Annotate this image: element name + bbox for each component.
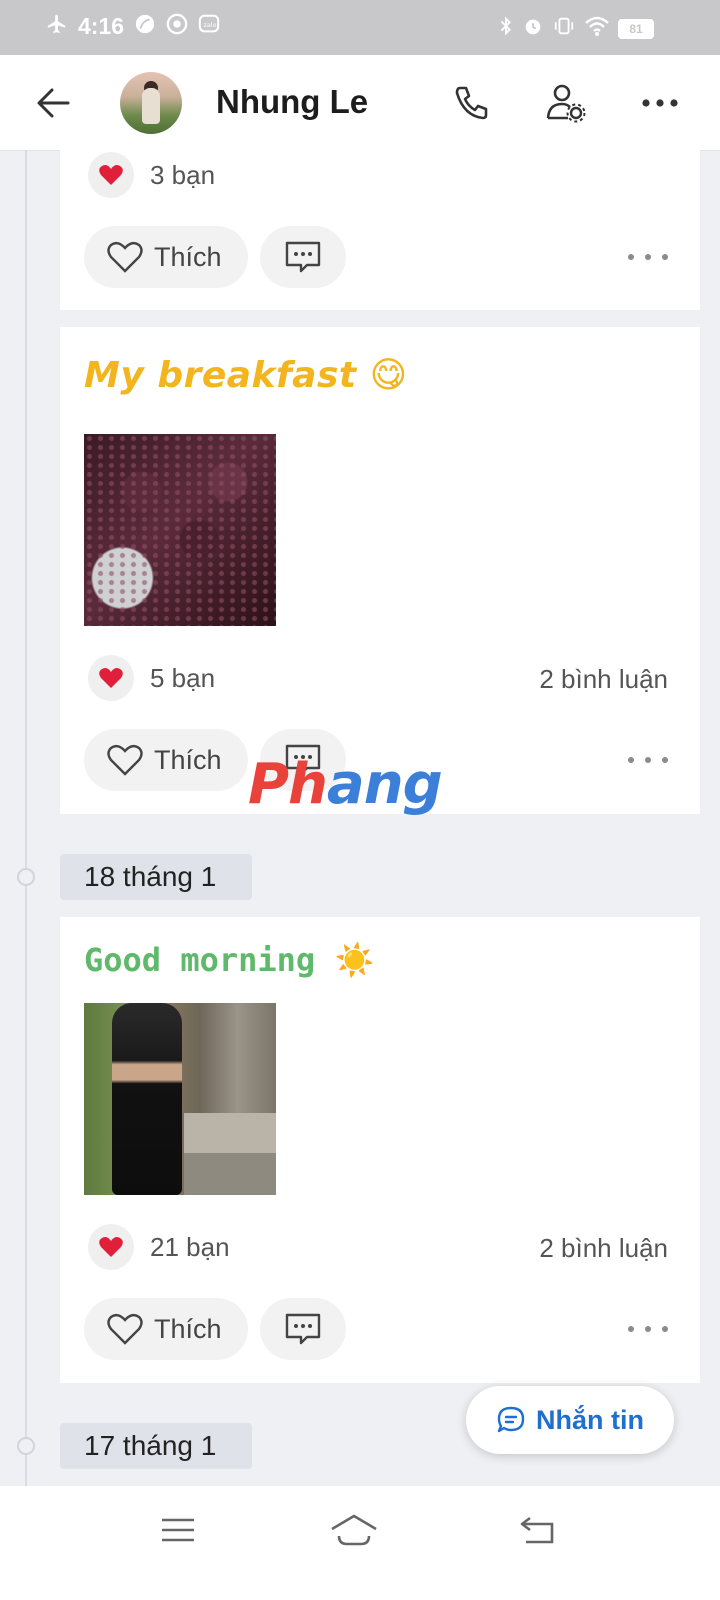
heart-outline-icon (107, 744, 143, 776)
like-button[interactable]: Thích (84, 729, 248, 791)
reaction-row[interactable]: 21 bạn (88, 1224, 230, 1270)
post-card: Good morning ☀️ 21 bạn 2 bình luận Thích (60, 917, 700, 1383)
send-message-button[interactable]: Nhắn tin (466, 1386, 674, 1454)
heart-reaction-icon (88, 655, 134, 701)
comment-icon (285, 241, 321, 273)
home-icon (331, 1514, 377, 1546)
battery-indicator: 81 (618, 18, 654, 39)
phone-icon (455, 86, 488, 120)
call-button[interactable] (450, 81, 494, 125)
back-nav-icon (520, 1516, 554, 1544)
airplane-icon (46, 13, 68, 40)
zalo-icon: zalo (198, 13, 220, 40)
send-message-label: Nhắn tin (536, 1404, 644, 1435)
chat-bubble-icon (497, 1406, 525, 1433)
post-text: Good morning ☀️ (84, 941, 375, 979)
like-button[interactable]: Thích (84, 226, 248, 288)
heart-reaction-icon (88, 1224, 134, 1270)
heart-outline-icon (107, 1313, 143, 1345)
user-gear-icon (546, 84, 586, 123)
alarm-icon (522, 15, 544, 42)
reaction-count: 3 bạn (150, 159, 216, 190)
like-label: Thích (154, 1313, 222, 1344)
date-separator: 18 tháng 1 (60, 854, 252, 900)
reaction-count: 5 bạn (150, 662, 216, 693)
like-button[interactable]: Thích (84, 1298, 248, 1360)
date-separator: 17 tháng 1 (60, 1423, 252, 1469)
conversation-header: Nhung Le (0, 55, 720, 151)
post-photo[interactable] (84, 434, 276, 626)
back-nav-button[interactable] (508, 1508, 568, 1552)
timeline-dot (17, 1437, 35, 1455)
comment-count[interactable]: 2 bình luận (539, 1233, 668, 1264)
more-options-button[interactable] (638, 81, 682, 125)
status-bar: 4:16 zalo 81 (0, 0, 720, 55)
comment-icon (285, 1313, 321, 1345)
vibrate-icon (552, 15, 576, 42)
post-card: 3 bạn Thích (60, 150, 700, 310)
page-title[interactable]: Nhung Le (216, 83, 368, 121)
comment-count[interactable]: 2 bình luận (539, 664, 668, 695)
reaction-count: 21 bạn (150, 1231, 230, 1262)
home-button[interactable] (324, 1508, 384, 1552)
menu-icon (162, 1518, 194, 1542)
post-photo[interactable] (84, 1003, 276, 1195)
comment-button[interactable] (260, 1298, 346, 1360)
profile-settings-button[interactable] (544, 81, 588, 125)
heart-reaction-icon (88, 152, 134, 198)
comment-button[interactable] (260, 226, 346, 288)
arrow-left-icon (37, 88, 70, 118)
bluetooth-icon (498, 15, 514, 42)
back-button[interactable] (32, 81, 76, 125)
watermark-part1: Ph (248, 752, 328, 817)
system-nav-bar (0, 1486, 720, 1600)
timeline-dot (17, 868, 35, 886)
avatar[interactable] (120, 72, 182, 134)
timeline-line (25, 150, 27, 1490)
reaction-row[interactable]: 3 bạn (88, 152, 215, 198)
post-more-button[interactable] (628, 750, 668, 770)
like-label: Thích (154, 241, 222, 272)
post-card: My breakfast 😋 5 bạn 2 bình luận Thích (60, 327, 700, 814)
more-horizontal-icon (642, 99, 678, 107)
chrome-icon (166, 13, 188, 40)
leaf-icon (134, 13, 156, 40)
menu-button[interactable] (148, 1508, 208, 1552)
post-more-button[interactable] (628, 1319, 668, 1339)
heart-outline-icon (107, 241, 143, 273)
watermark-logo: Phang (248, 752, 443, 817)
reaction-row[interactable]: 5 bạn (88, 655, 215, 701)
like-label: Thích (154, 744, 222, 775)
svg-text:zalo: zalo (204, 21, 217, 29)
watermark-part2: ang (326, 752, 443, 817)
post-text: My breakfast 😋 (84, 355, 408, 396)
wifi-icon (584, 15, 610, 42)
post-more-button[interactable] (628, 247, 668, 267)
clock-time: 4:16 (78, 13, 125, 39)
